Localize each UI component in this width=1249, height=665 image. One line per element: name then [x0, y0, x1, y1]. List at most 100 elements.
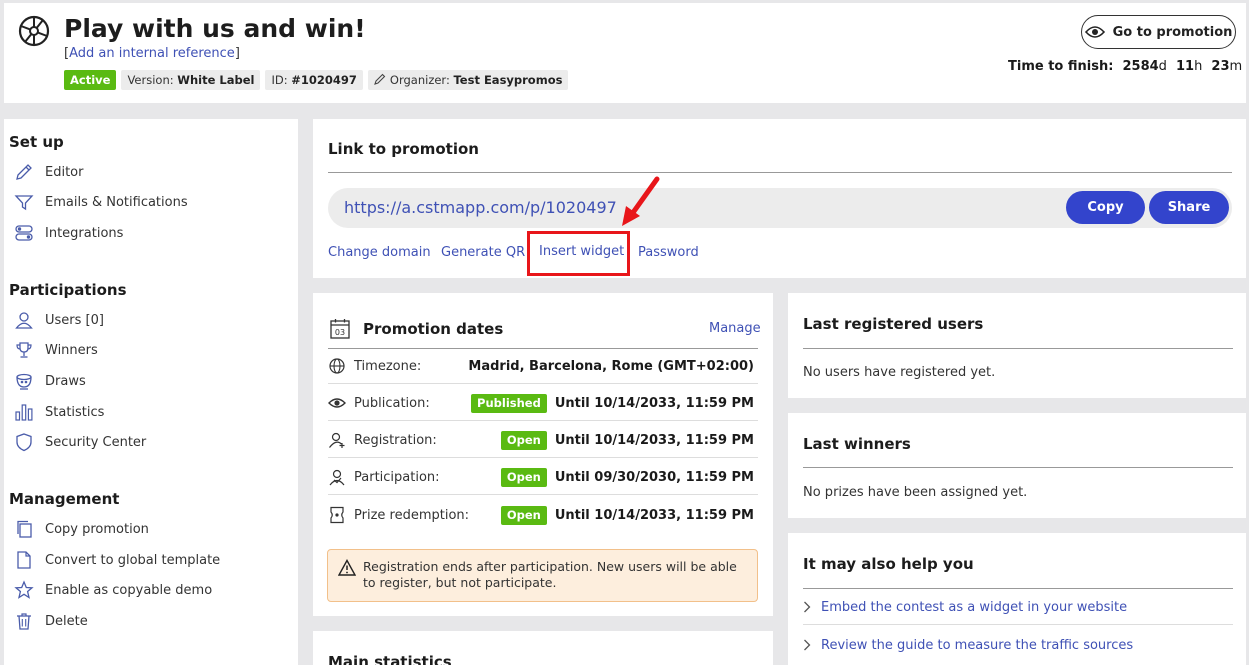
- promotion-header: Play with us and win! [Add an internal r…: [4, 3, 1246, 103]
- management-section-title: Management: [9, 490, 120, 508]
- red-arrow-annotation-icon: [622, 176, 660, 226]
- copy-icon: [17, 520, 32, 538]
- prize-redemption-value: Open Until 10/14/2033, 11:59 PM: [500, 504, 754, 526]
- divider: [803, 348, 1233, 349]
- sidebar-item-winners[interactable]: Winners: [14, 339, 98, 361]
- row-label: Participation:: [354, 469, 440, 485]
- statistics-card-title: Main statistics: [328, 653, 452, 665]
- sidebar-item-label: Emails & Notifications: [45, 194, 188, 210]
- pencil-icon: [16, 164, 32, 180]
- add-internal-reference-link[interactable]: Add an internal reference: [69, 46, 235, 61]
- sidebar-item-label: Enable as copyable demo: [45, 582, 213, 598]
- winners-card-title: Last winners: [803, 435, 911, 453]
- time-days: 2584: [1122, 59, 1159, 74]
- publication-row-label: Publication:: [328, 392, 430, 414]
- version-value: White Label: [177, 73, 255, 87]
- row-label: Prize redemption:: [354, 507, 470, 523]
- insert-widget-highlight-box: [527, 231, 630, 276]
- published-badge: Published: [471, 393, 547, 413]
- user-icon: [15, 312, 33, 329]
- pencil-icon: [374, 73, 386, 85]
- link-card-title: Link to promotion: [328, 140, 479, 158]
- draw-bowl-icon: [16, 373, 32, 390]
- globe-icon: [329, 358, 345, 374]
- row-value: Until 10/14/2033, 11:59 PM: [554, 507, 754, 523]
- sidebar-item-label: Copy promotion: [45, 521, 149, 537]
- row-divider: [328, 457, 758, 458]
- generate-qr-link[interactable]: Generate QR: [441, 245, 525, 260]
- help-card-title: It may also help you: [803, 555, 974, 573]
- sidebar-item-security-center[interactable]: Security Center: [14, 431, 146, 453]
- sidebar-item-convert-template[interactable]: Convert to global template: [14, 549, 220, 571]
- manage-dates-link[interactable]: Manage: [709, 321, 761, 336]
- go-to-promotion-button[interactable]: Go to promotion: [1081, 15, 1236, 49]
- row-value: Until 10/14/2033, 11:59 PM: [554, 432, 754, 448]
- hours-unit: h: [1194, 59, 1203, 74]
- organizer-value: Test Easypromos: [453, 73, 563, 87]
- time-hours: 11: [1176, 59, 1195, 74]
- bar-chart-icon: [15, 404, 33, 421]
- dates-card-title: Promotion dates: [363, 320, 504, 338]
- star-icon: [14, 580, 34, 599]
- promotion-url[interactable]: https://a.cstmapp.com/p/1020497: [344, 198, 617, 217]
- password-link[interactable]: Password: [638, 245, 699, 260]
- row-label: Timezone:: [354, 358, 422, 374]
- row-value: Madrid, Barcelona, Rome (GMT+02:00): [468, 358, 754, 374]
- timezone-value: Madrid, Barcelona, Rome (GMT+02:00): [468, 355, 754, 377]
- calendar-icon: 03: [330, 319, 350, 339]
- sidebar-item-label: Convert to global template: [45, 552, 221, 568]
- change-domain-link[interactable]: Change domain: [328, 245, 431, 260]
- setup-section-title: Set up: [9, 133, 64, 151]
- sidebar-item-label: Editor: [45, 164, 84, 180]
- last-winners-card: Last winners No prizes have been assigne…: [788, 413, 1246, 518]
- users-card-title: Last registered users: [803, 315, 984, 333]
- no-users-text: No users have registered yet.: [803, 365, 996, 380]
- registration-row-label: Registration:: [328, 429, 437, 451]
- divider: [328, 172, 1232, 173]
- sidebar-item-label: Winners: [45, 342, 98, 358]
- time-label: Time to finish:: [1008, 59, 1114, 74]
- row-label: Registration:: [354, 432, 437, 448]
- sidebar-item-copy-promotion[interactable]: Copy promotion: [14, 518, 149, 540]
- divider: [328, 348, 758, 349]
- share-button[interactable]: Share: [1149, 191, 1229, 224]
- sidebar-item-users[interactable]: Users [0]: [14, 309, 104, 331]
- minutes-unit: m: [1229, 59, 1243, 74]
- open-badge: Open: [500, 430, 547, 450]
- help-item-embed-widget[interactable]: Embed the contest as a widget in your we…: [803, 597, 1127, 617]
- document-icon: [17, 551, 31, 569]
- main-statistics-card: Main statistics: [313, 631, 773, 665]
- registration-warning: Registration ends after participation. N…: [327, 549, 758, 602]
- prize-redemption-row-label: Prize redemption:: [328, 504, 469, 526]
- row-value: Until 10/14/2033, 11:59 PM: [554, 395, 754, 411]
- filter-icon: [14, 195, 34, 211]
- sidebar-item-label: Draws: [45, 373, 86, 389]
- promotion-url-field[interactable]: https://a.cstmapp.com/p/1020497 Copy Sha…: [328, 188, 1232, 228]
- participation-row-label: Participation:: [328, 466, 440, 488]
- sidebar-item-delete[interactable]: Delete: [14, 610, 88, 632]
- registration-value: Open Until 10/14/2033, 11:59 PM: [500, 429, 754, 451]
- bracket-close: ]: [234, 46, 240, 61]
- help-item-traffic-sources[interactable]: Review the guide to measure the traffic …: [803, 635, 1133, 655]
- divider: [803, 588, 1233, 589]
- sidebar-item-draws[interactable]: Draws: [14, 370, 86, 392]
- id-value: #1020497: [291, 73, 357, 87]
- sidebar-item-integrations[interactable]: Integrations: [14, 222, 123, 244]
- no-winners-text: No prizes have been assigned yet.: [803, 485, 1028, 500]
- ticket-icon: [330, 506, 344, 524]
- row-value: Until 09/30/2030, 11:59 PM: [554, 469, 754, 485]
- eye-icon: [1084, 26, 1105, 38]
- sidebar-item-copyable-demo[interactable]: Enable as copyable demo: [14, 579, 212, 601]
- page-title: Play with us and win!: [64, 14, 366, 43]
- shield-icon: [16, 433, 32, 452]
- trophy-icon: [16, 342, 32, 358]
- open-badge: Open: [500, 467, 547, 487]
- divider: [803, 467, 1233, 468]
- copy-button[interactable]: Copy: [1066, 191, 1145, 224]
- sidebar-item-editor[interactable]: Editor: [14, 161, 83, 183]
- sidebar-item-emails[interactable]: Emails & Notifications: [14, 191, 188, 213]
- chevron-right-icon: [804, 639, 811, 651]
- sidebar: Set up Editor Emails & Notifications Int…: [4, 119, 298, 665]
- internal-reference: [Add an internal reference]: [64, 46, 240, 61]
- sidebar-item-statistics[interactable]: Statistics: [14, 401, 104, 423]
